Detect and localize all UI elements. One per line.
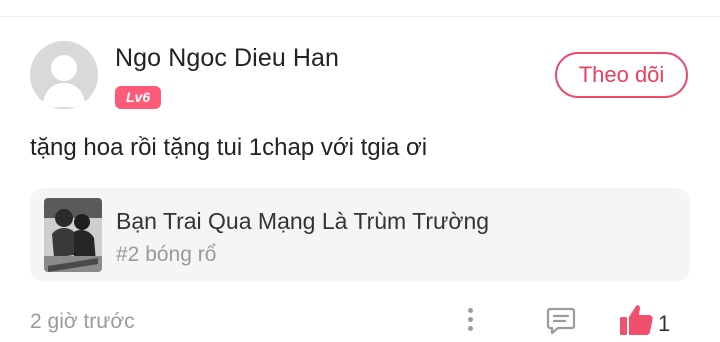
avatar-placeholder-icon [30,41,98,109]
story-card[interactable]: Bạn Trai Qua Mạng Là Trùm Trường #2 bóng… [30,188,690,281]
comment-text: tặng hoa rồi tặng tui 1chap với tgia ơi [30,134,428,161]
like-count: 1 [658,311,671,336]
follow-button[interactable]: Theo dõi [555,52,688,98]
comment-icon[interactable] [545,305,577,337]
timestamp: 2 giờ trước [30,310,135,333]
more-vertical-icon[interactable] [458,306,482,338]
story-title: Bạn Trai Qua Mạng Là Trùm Trường [116,208,490,234]
avatar[interactable] [30,41,98,109]
story-cover-image [44,198,102,272]
level-badge: Lv6 [115,86,162,109]
thumbs-up-icon[interactable] [618,303,654,337]
username[interactable]: Ngo Ngoc Dieu Han [115,44,339,73]
top-divider [0,16,720,17]
story-chapter: #2 bóng rổ [116,243,217,266]
